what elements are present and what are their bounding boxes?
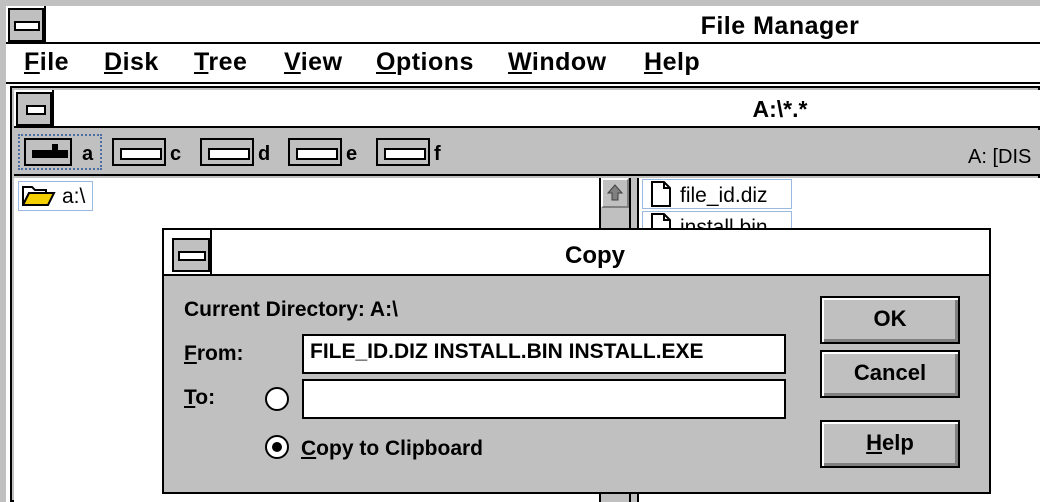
child-system-menu-icon	[26, 105, 46, 115]
drive-bar	[14, 130, 1040, 176]
drive-f-label[interactable]: f	[434, 143, 441, 166]
ok-button[interactable]: OK	[820, 296, 960, 344]
help-button[interactable]: Help	[820, 420, 960, 468]
drive-c-slot	[120, 148, 162, 160]
from-field[interactable]: FILE_ID.DIZ INSTALL.BIN INSTALL.EXE	[302, 334, 786, 374]
menu-tree-key: T	[194, 48, 209, 76]
menu-disk-key: D	[104, 48, 123, 76]
menu-disk[interactable]: Disk	[104, 48, 159, 77]
child-title-divider	[52, 90, 54, 128]
drive-f-slot	[384, 148, 426, 160]
system-menu-icon	[14, 21, 40, 31]
menu-window[interactable]: Window	[508, 48, 607, 77]
menu-help-key: H	[644, 48, 663, 76]
scroll-up-button[interactable]	[601, 178, 629, 208]
to-field[interactable]	[302, 379, 786, 419]
menu-file-key: F	[24, 48, 40, 76]
document-icon	[651, 181, 671, 207]
drive-e-icon[interactable]	[288, 138, 342, 166]
dialog-system-menu-button[interactable]	[172, 238, 210, 272]
drive-e-label[interactable]: e	[346, 143, 357, 166]
open-folder-icon	[22, 186, 56, 206]
to-label-text: o:	[195, 386, 216, 409]
menu-help-label: elp	[662, 48, 701, 76]
menu-view-key: V	[284, 48, 301, 76]
dialog-system-menu-icon	[178, 251, 206, 261]
drive-a-latch	[52, 144, 58, 152]
clipboard-label-key: C	[301, 437, 317, 460]
menu-help[interactable]: Help	[644, 48, 700, 77]
help-button-text: elp	[882, 430, 914, 455]
to-label: To:	[184, 386, 215, 410]
menu-window-label: indow	[531, 48, 607, 76]
file-name: file_id.diz	[680, 184, 768, 207]
menu-file[interactable]: File	[24, 48, 69, 77]
tree-root-label: a:\	[62, 185, 86, 208]
copy-to-clipboard-label[interactable]: Copy to Clipboard	[301, 437, 483, 461]
from-label-text: rom:	[196, 342, 244, 365]
radio-selected-dot	[272, 442, 282, 452]
directory-title: A:\*.*	[752, 96, 808, 122]
menu-view-label: iew	[300, 48, 343, 76]
drive-f-icon[interactable]	[376, 138, 430, 166]
app-title: File Manager	[700, 12, 860, 40]
to-label-key: T	[184, 386, 196, 409]
help-button-key: H	[866, 430, 883, 455]
menu-view[interactable]: View	[284, 48, 343, 77]
drive-a-label[interactable]: a	[82, 143, 93, 166]
copy-to-clipboard-radio[interactable]	[265, 435, 289, 459]
from-label: From:	[184, 342, 244, 366]
menu-window-key: W	[508, 48, 532, 76]
menu-tree[interactable]: Tree	[194, 48, 247, 77]
menu-disk-label: isk	[122, 48, 159, 76]
dialog-title-divider	[210, 230, 212, 276]
cancel-button[interactable]: Cancel	[820, 350, 960, 398]
from-label-key: F	[184, 342, 197, 365]
arrow-up-icon	[606, 184, 624, 201]
drive-c-icon[interactable]	[112, 138, 166, 166]
drive-d-label[interactable]: d	[258, 143, 270, 166]
system-menu-button[interactable]	[8, 8, 44, 42]
current-directory-label: Current Directory: A:\	[184, 298, 398, 321]
drive-c-label[interactable]: c	[170, 143, 181, 166]
directory-title-bar[interactable]	[14, 90, 1040, 128]
menu-options-label: ptions	[395, 48, 474, 76]
title-divider	[44, 6, 46, 44]
clipboard-label-text: opy to Clipboard	[316, 437, 483, 460]
to-radio[interactable]	[265, 387, 289, 411]
drive-e-slot	[296, 148, 338, 160]
menu-options-key: O	[376, 48, 396, 76]
menu-tree-label: ree	[208, 48, 248, 76]
drive-d-slot	[208, 148, 250, 160]
menu-options[interactable]: Options	[376, 48, 474, 77]
menu-file-label: ile	[39, 48, 70, 76]
drive-a-icon[interactable]	[24, 138, 72, 166]
drive-a-slot	[32, 150, 68, 158]
child-system-menu-button[interactable]	[16, 92, 52, 126]
copy-dialog-title: Copy	[565, 242, 625, 269]
drive-d-icon[interactable]	[200, 138, 254, 166]
drive-status: A: [DIS	[968, 146, 1032, 168]
